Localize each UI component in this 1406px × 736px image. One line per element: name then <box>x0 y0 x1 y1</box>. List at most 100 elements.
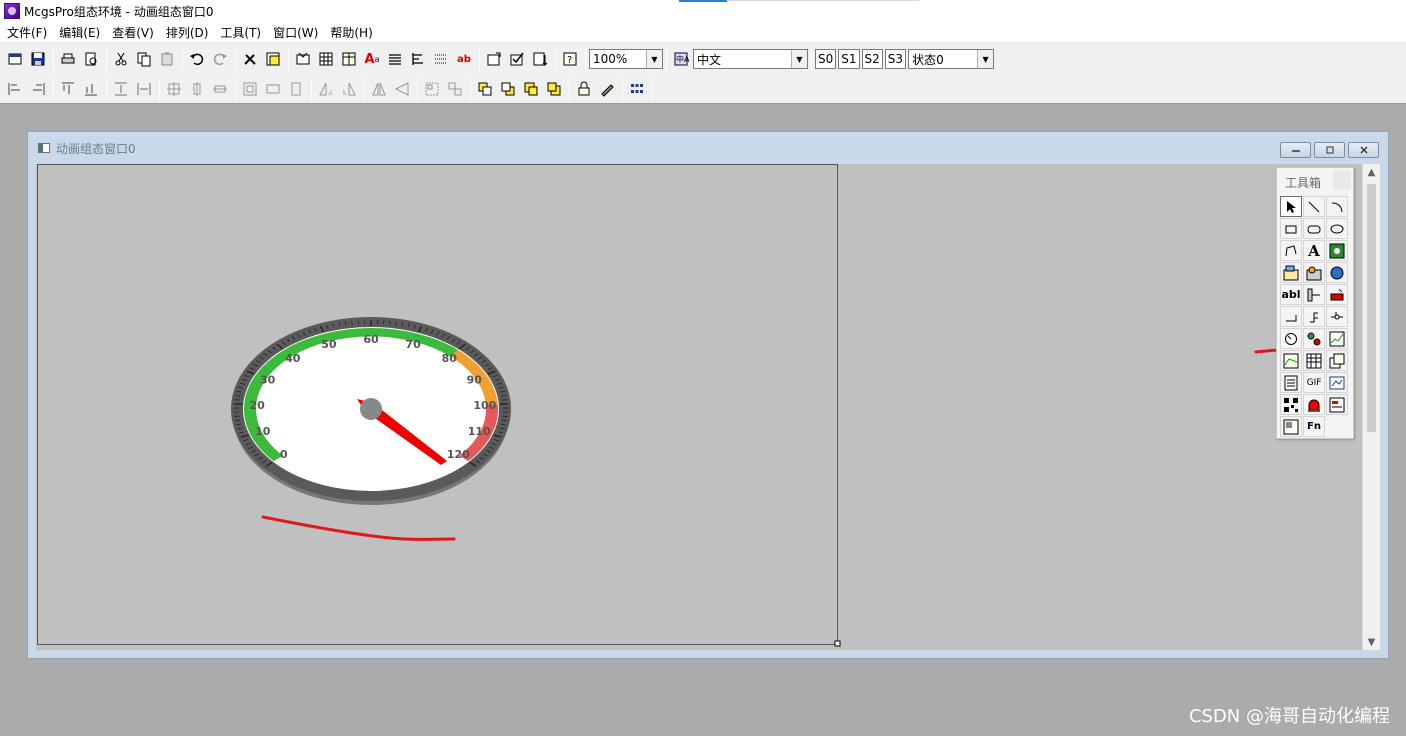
grid-object-icon[interactable] <box>315 48 337 70</box>
zoom-select[interactable]: 100% ▼ <box>589 49 663 69</box>
menu-help[interactable]: 帮助(H) <box>325 24 379 41</box>
line-style-icon[interactable] <box>384 48 406 70</box>
group-icon[interactable] <box>421 78 443 100</box>
same-height-icon[interactable] <box>285 78 307 100</box>
library-tool-icon[interactable] <box>1280 262 1302 283</box>
language-icon[interactable]: 中A <box>670 48 692 70</box>
check-icon[interactable] <box>506 48 528 70</box>
alarm-light-tool-icon[interactable] <box>1303 394 1325 415</box>
rotate-left-icon[interactable] <box>315 78 337 100</box>
toggle-tool-icon[interactable] <box>1303 306 1325 327</box>
align-icon[interactable] <box>407 48 429 70</box>
state-s2-button[interactable]: S2 <box>861 49 883 69</box>
align-left-icon[interactable] <box>4 78 26 100</box>
print-preview-icon[interactable] <box>80 48 102 70</box>
qr-code-tool-icon[interactable] <box>1280 394 1302 415</box>
text-tool-icon[interactable]: A <box>1303 240 1325 261</box>
report-tool-icon[interactable] <box>1280 372 1302 393</box>
design-frame[interactable]: 0 10 20 30 40 50 60 70 80 90 100 110 120 <box>37 164 841 647</box>
grid-layout-icon[interactable] <box>626 78 648 100</box>
toolbox-close-button[interactable] <box>1333 170 1351 190</box>
input-box-tool-icon[interactable]: abl <box>1280 284 1302 305</box>
standard-button-tool-icon[interactable] <box>1280 306 1302 327</box>
vertical-scrollbar[interactable]: ▲ ▼ <box>1362 164 1380 650</box>
restore-button[interactable] <box>1314 142 1345 158</box>
same-size-icon[interactable] <box>239 78 261 100</box>
center-vertical-icon[interactable] <box>186 78 208 100</box>
menu-window[interactable]: 窗口(W) <box>268 24 325 41</box>
flip-horizontal-icon[interactable] <box>368 78 390 100</box>
recipe-tool-icon[interactable] <box>1280 416 1302 437</box>
menu-view[interactable]: 查看(V) <box>107 24 161 41</box>
save-icon[interactable] <box>27 48 49 70</box>
resize-handle[interactable] <box>834 640 842 648</box>
stacked-windows-tool-icon[interactable] <box>1326 350 1348 371</box>
data-object-icon[interactable] <box>292 48 314 70</box>
grid-table-tool-icon[interactable] <box>1303 350 1325 371</box>
switch-tool-icon[interactable] <box>1326 306 1348 327</box>
horizontal-space-icon[interactable] <box>133 78 155 100</box>
arc-tool-icon[interactable] <box>1326 196 1348 217</box>
print-icon[interactable] <box>57 48 79 70</box>
undo-icon[interactable] <box>186 48 208 70</box>
element-tool-icon[interactable] <box>1303 262 1325 283</box>
polyline-tool-icon[interactable] <box>1280 240 1302 261</box>
child-title-bar[interactable]: 动画组态窗口0 <box>28 132 1388 164</box>
bitmap-tool-icon[interactable] <box>1326 240 1348 261</box>
compile-icon[interactable] <box>529 48 551 70</box>
line-tool-icon[interactable] <box>1303 196 1325 217</box>
ungroup-icon[interactable] <box>444 78 466 100</box>
cut-icon[interactable] <box>110 48 132 70</box>
align-right-icon[interactable] <box>27 78 49 100</box>
ellipse-tool-icon[interactable] <box>1326 218 1348 239</box>
state-select[interactable]: 状态0 ▼ <box>908 49 995 69</box>
redo-icon[interactable] <box>209 48 231 70</box>
help-icon[interactable]: ? <box>559 48 581 70</box>
menu-file[interactable]: 文件(F) <box>2 24 54 41</box>
state-s0-button[interactable]: S0 <box>815 49 837 69</box>
new-window-icon[interactable] <box>4 48 26 70</box>
gif-tool-icon[interactable]: GIF <box>1303 372 1325 393</box>
center-both-icon[interactable] <box>163 78 185 100</box>
center-horizontal-icon[interactable] <box>209 78 231 100</box>
bring-forward-icon[interactable] <box>520 78 542 100</box>
same-width-icon[interactable] <box>262 78 284 100</box>
language-select[interactable]: 中文 ▼ <box>693 49 808 69</box>
picture-tool-icon[interactable] <box>1326 372 1348 393</box>
vertical-space-icon[interactable] <box>110 78 132 100</box>
trend-chart-tool-icon[interactable] <box>1326 328 1348 349</box>
bring-front-icon[interactable] <box>474 78 496 100</box>
function-tool-icon[interactable]: Fn <box>1303 416 1325 437</box>
menu-edit[interactable]: 编辑(E) <box>54 24 107 41</box>
frame-icon[interactable] <box>262 48 284 70</box>
text-label-icon[interactable]: ab <box>453 48 475 70</box>
rectangle-tool-icon[interactable] <box>1280 218 1302 239</box>
scroll-down-icon[interactable]: ▼ <box>1363 634 1380 650</box>
properties-icon[interactable] <box>483 48 505 70</box>
button-tool-icon[interactable] <box>1326 284 1348 305</box>
lock-icon[interactable] <box>573 78 595 100</box>
table-icon[interactable] <box>338 48 360 70</box>
send-back-icon[interactable] <box>497 78 519 100</box>
edit-pen-icon[interactable] <box>596 78 618 100</box>
alarm-list-tool-icon[interactable] <box>1326 394 1348 415</box>
design-canvas[interactable]: 0 10 20 30 40 50 60 70 80 90 100 110 120 ▲ ▼ <box>36 164 1380 650</box>
gauge-widget[interactable]: 0 10 20 30 40 50 60 70 80 90 100 110 120 <box>38 165 839 646</box>
menu-tools[interactable]: 工具(T) <box>215 24 268 41</box>
scroll-thumb[interactable] <box>1367 184 1376 432</box>
indicator-tool-icon[interactable] <box>1303 328 1325 349</box>
rotate-right-icon[interactable] <box>338 78 360 100</box>
state-s1-button[interactable]: S1 <box>838 49 860 69</box>
paste-icon[interactable] <box>156 48 178 70</box>
state-s3-button[interactable]: S3 <box>884 49 907 69</box>
gauge-tool-icon[interactable] <box>1280 328 1302 349</box>
slider-tool-icon[interactable] <box>1303 284 1325 305</box>
menu-arrange[interactable]: 排列(D) <box>161 24 216 41</box>
rounded-rect-tool-icon[interactable] <box>1303 218 1325 239</box>
flip-vertical-icon[interactable] <box>391 78 413 100</box>
font-color-icon[interactable]: Aa <box>361 48 383 70</box>
globe-tool-icon[interactable] <box>1326 262 1348 283</box>
pointer-tool-icon[interactable] <box>1280 196 1302 217</box>
close-button[interactable] <box>1348 142 1379 158</box>
align-bottom-icon[interactable] <box>80 78 102 100</box>
